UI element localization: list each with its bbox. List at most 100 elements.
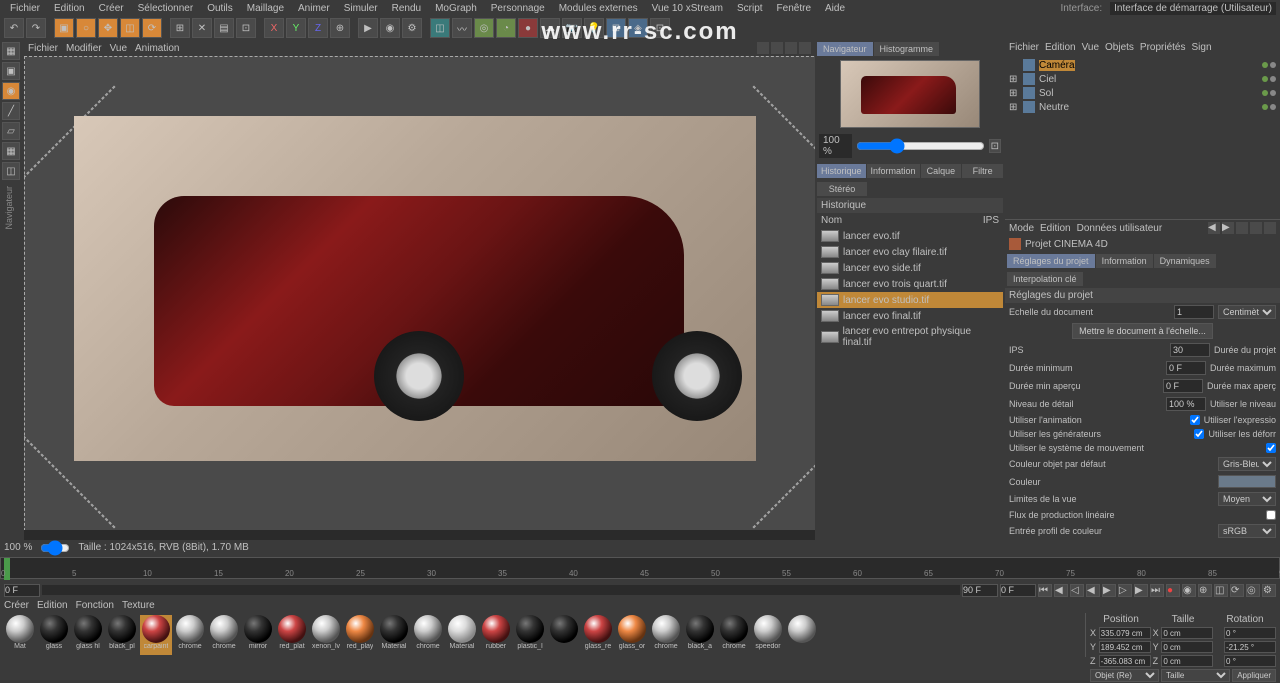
material-item[interactable]: mirror [242, 615, 274, 655]
tab-information[interactable]: Information [867, 164, 920, 178]
material-item[interactable]: rubber [480, 615, 512, 655]
ips-input[interactable] [1170, 343, 1210, 357]
undo-button[interactable]: ↶ [4, 18, 24, 38]
tool-btn-x[interactable]: ⊡ [650, 18, 670, 38]
status-zoom[interactable]: 100 % [4, 542, 32, 553]
tool-btn-2[interactable]: ✕ [192, 18, 212, 38]
niveau-input[interactable] [1166, 397, 1206, 411]
echelle-unit[interactable]: Centimètres [1218, 305, 1276, 319]
tl-next-key[interactable]: ▶ [1134, 584, 1148, 597]
scale-tool[interactable]: ◫ [120, 18, 140, 38]
couleur-swatch[interactable] [1218, 475, 1276, 488]
mat-texture[interactable]: Texture [122, 600, 155, 612]
model-mode[interactable]: ▦ [2, 42, 20, 60]
material-ball[interactable] [516, 615, 544, 643]
nurbs-tool[interactable]: ◔ [496, 18, 516, 38]
material-item[interactable]: Material [446, 615, 478, 655]
attr-prev-icon[interactable]: ◀ [1208, 222, 1220, 234]
tl-last[interactable]: ⏭ [1150, 584, 1164, 597]
material-item[interactable]: glass_re [582, 615, 614, 655]
render-settings[interactable]: ⚙ [402, 18, 422, 38]
history-item[interactable]: lancer evo.tif [817, 228, 1003, 244]
menu-animer[interactable]: Animer [292, 1, 336, 16]
material-item[interactable]: Material [378, 615, 410, 655]
history-item[interactable]: lancer evo clay filaire.tif [817, 244, 1003, 260]
coord-rot-input[interactable] [1224, 627, 1276, 639]
material-ball[interactable] [176, 615, 204, 643]
tool-btn-1[interactable]: ⊞ [170, 18, 190, 38]
material-ball[interactable] [720, 615, 748, 643]
tl-key-scale[interactable]: ◫ [1214, 584, 1228, 597]
tab-calque[interactable]: Calque [921, 164, 962, 178]
history-item[interactable]: lancer evo entrepot physique final.tif [817, 324, 1003, 350]
attr-donnees[interactable]: Données utilisateur [1077, 223, 1163, 234]
environment-tool[interactable]: ☁ [540, 18, 560, 38]
nav-preview-image[interactable] [840, 60, 980, 128]
material-ball[interactable] [482, 615, 510, 643]
tl-prev-frame[interactable]: ◁ [1070, 584, 1084, 597]
material-ball[interactable] [652, 615, 680, 643]
util-gen-check[interactable] [1194, 429, 1204, 439]
tl-next-frame[interactable]: ▷ [1118, 584, 1132, 597]
obj-sign[interactable]: Sign [1192, 42, 1212, 54]
mat-creer[interactable]: Créer [4, 600, 29, 612]
vp-modifier[interactable]: Modifier [66, 43, 102, 54]
coord-obj-select[interactable]: Objet (Re) [1090, 669, 1159, 682]
timeline-end[interactable] [962, 584, 998, 597]
interface-dropdown[interactable]: Interface de démarrage (Utilisateur) [1110, 2, 1276, 15]
material-ball[interactable] [618, 615, 646, 643]
vp-vue[interactable]: Vue [110, 43, 127, 54]
vp-icon-3[interactable] [785, 42, 797, 54]
menu-maillage[interactable]: Maillage [241, 1, 290, 16]
poly-mode[interactable]: ▱ [2, 122, 20, 140]
mat-fonction[interactable]: Fonction [76, 600, 114, 612]
material-ball[interactable] [142, 615, 170, 643]
generator-tool[interactable]: ◎ [474, 18, 494, 38]
material-item[interactable]: glass [38, 615, 70, 655]
tl-prev-key[interactable]: ◀ [1054, 584, 1068, 597]
util-sys-check[interactable] [1266, 443, 1276, 453]
material-item[interactable]: glass hl [72, 615, 104, 655]
tree-item[interactable]: ⊞Sol [1009, 86, 1276, 100]
viewport-scrollbar[interactable] [24, 530, 815, 540]
coord-pos-input[interactable] [1099, 627, 1151, 639]
workplane-mode[interactable]: ◫ [2, 162, 20, 180]
coord-size-input[interactable] [1161, 641, 1213, 653]
menu-fenetre[interactable]: Fenêtre [771, 1, 817, 16]
coord-appliquer-btn[interactable]: Appliquer [1232, 669, 1276, 682]
tl-key-rot[interactable]: ⟳ [1230, 584, 1244, 597]
material-item[interactable]: chrome [412, 615, 444, 655]
tool-btn-4[interactable]: ⊡ [236, 18, 256, 38]
coord-rot-input[interactable] [1224, 641, 1276, 653]
obj-edition[interactable]: Edition [1045, 42, 1076, 54]
axis-z[interactable]: Z [308, 18, 328, 38]
spline-tool[interactable]: 〰 [452, 18, 472, 38]
nav-zoom-fit[interactable]: ⊡ [989, 139, 1001, 153]
material-ball[interactable] [74, 615, 102, 643]
tool-btn-3[interactable]: ▤ [214, 18, 234, 38]
viewport-canvas[interactable] [24, 56, 815, 530]
coord-size-input[interactable] [1161, 655, 1213, 667]
material-item[interactable]: carpaint [140, 615, 172, 655]
material-item[interactable]: black_pl [106, 615, 138, 655]
tl-key-pla[interactable]: ◎ [1246, 584, 1260, 597]
vp-fichier[interactable]: Fichier [28, 43, 58, 54]
material-item[interactable] [786, 615, 818, 655]
material-ball[interactable] [312, 615, 340, 643]
camera-tool[interactable]: 📷 [562, 18, 582, 38]
tab-historique[interactable]: Historique [817, 164, 866, 178]
vp-animation[interactable]: Animation [135, 43, 179, 54]
tl-options[interactable]: ⚙ [1262, 584, 1276, 597]
tab-navigateur[interactable]: Navigateur [817, 42, 873, 56]
menu-personnage[interactable]: Personnage [485, 1, 551, 16]
vp-icon-4[interactable] [799, 42, 811, 54]
couleur-obj-select[interactable]: Gris-Bleu [1218, 457, 1276, 471]
tl-play-rev[interactable]: ◀ [1086, 584, 1100, 597]
timeline-scrollbar[interactable] [42, 585, 960, 595]
vp-icon-1[interactable] [757, 42, 769, 54]
menu-vue10[interactable]: Vue 10 xStream [646, 1, 729, 16]
attr-edition[interactable]: Edition [1040, 223, 1071, 234]
axis-x[interactable]: X [264, 18, 284, 38]
attr-lock-icon[interactable] [1250, 222, 1262, 234]
material-ball[interactable] [448, 615, 476, 643]
